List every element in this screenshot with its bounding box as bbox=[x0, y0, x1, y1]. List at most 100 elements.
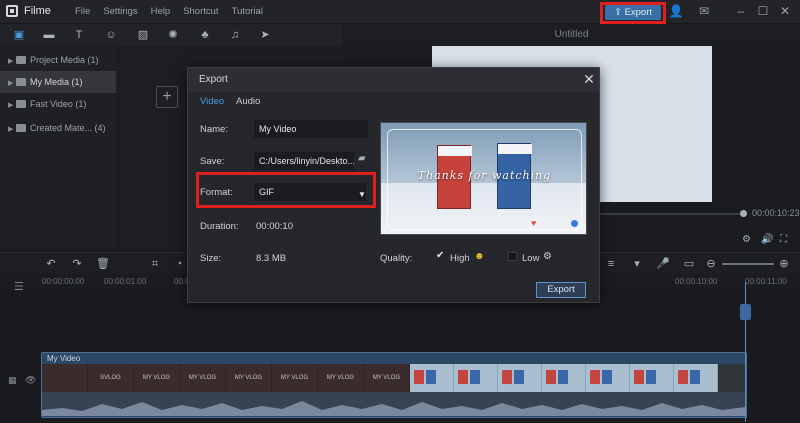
expand-arrow-icon: ▶ bbox=[8, 58, 14, 65]
duration-label: Duration: bbox=[200, 221, 239, 232]
clip-thumbnail bbox=[498, 364, 542, 392]
dialog-header: Export ✕ bbox=[188, 68, 599, 92]
fullscreen-icon[interactable]: ⛶ bbox=[780, 234, 787, 245]
user-icon[interactable]: 👤 bbox=[668, 3, 684, 19]
maximize-icon[interactable]: ☐ bbox=[755, 3, 771, 19]
menu-bar: File Settings Help Shortcut Tutorial bbox=[75, 6, 263, 17]
eye-icon[interactable]: 👁 bbox=[25, 375, 36, 385]
folder-icon bbox=[16, 124, 26, 132]
text-icon[interactable]: T bbox=[72, 28, 86, 42]
expand-arrow-icon: ▶ bbox=[8, 126, 14, 133]
menu-shortcut[interactable]: Shortcut bbox=[183, 6, 218, 17]
quality-high-checkbox[interactable]: ✔ bbox=[436, 251, 446, 261]
clip-thumbnail bbox=[542, 364, 586, 392]
quality-low-label: Low bbox=[522, 253, 540, 264]
folder-icon bbox=[16, 100, 26, 108]
media-library: ▶ Project Media (1) ▶ My Media (1) ▶ Fast V… bbox=[0, 46, 118, 248]
transition-icon[interactable]: ▨ bbox=[136, 28, 150, 42]
preview-progress-handle[interactable] bbox=[740, 210, 747, 217]
undo-icon[interactable]: ↶ bbox=[44, 257, 58, 271]
crop-icon[interactable]: ⌗ bbox=[148, 257, 162, 271]
export-preview-thumbnail: Thanks for watching ♥ bbox=[380, 122, 587, 235]
clip-thumbnail: MY VLOG bbox=[134, 364, 180, 392]
tick-label: 00:00:10:00 bbox=[675, 277, 718, 286]
add-media-button[interactable]: + bbox=[156, 86, 178, 108]
effects-icon[interactable]: ✺ bbox=[166, 28, 180, 42]
name-input[interactable]: My Video bbox=[254, 120, 368, 138]
mic-icon[interactable]: 🎤 bbox=[656, 257, 670, 271]
playhead-line bbox=[745, 282, 746, 422]
minimize-icon[interactable]: – bbox=[733, 3, 749, 19]
close-icon[interactable]: ✕ bbox=[777, 3, 793, 19]
tab-video[interactable]: Video bbox=[200, 96, 224, 107]
mail-icon[interactable]: ✉ bbox=[696, 3, 712, 19]
dialog-title: Export bbox=[199, 74, 228, 85]
gear-icon[interactable]: ⚙ bbox=[543, 251, 552, 262]
tick-label: 00:00:11:00 bbox=[745, 277, 787, 286]
speed-icon[interactable]: ◔ bbox=[172, 257, 186, 271]
folder-icon[interactable]: ▬ bbox=[42, 28, 56, 42]
export-dialog: Export ✕ Video Audio Name: My Video Save… bbox=[187, 67, 600, 303]
save-label: Save: bbox=[200, 156, 225, 167]
delete-icon[interactable]: 🗑 bbox=[96, 257, 110, 271]
expand-arrow-icon: ▶ bbox=[8, 102, 14, 109]
format-label: Format: bbox=[200, 187, 233, 198]
folder-icon[interactable]: ▰ bbox=[358, 153, 370, 165]
quality-high-label: High bbox=[450, 253, 470, 264]
export-button[interactable]: Export bbox=[536, 282, 586, 298]
menu-tutorial[interactable]: Tutorial bbox=[232, 6, 263, 17]
size-label: Size: bbox=[200, 253, 222, 264]
zoom-in-icon[interactable]: ⊕ bbox=[777, 257, 791, 271]
zoom-slider[interactable] bbox=[722, 263, 774, 265]
tab-audio[interactable]: Audio bbox=[236, 96, 260, 107]
library-item-created-material[interactable]: ▶ Created Mate... (4) bbox=[0, 117, 116, 139]
chevron-down-icon[interactable]: ▼ bbox=[358, 190, 366, 199]
folder-icon bbox=[16, 56, 26, 64]
dot-icon bbox=[571, 220, 578, 227]
clip-thumbnail: MY VLOG bbox=[180, 364, 226, 392]
media-tab-icon[interactable]: ▣ bbox=[12, 28, 26, 42]
zoom-out-icon[interactable]: ⊖ bbox=[704, 257, 718, 271]
save-path-input[interactable]: C:/Users/linyin/Deskto... bbox=[254, 152, 354, 170]
clip-thumbnail bbox=[674, 364, 718, 392]
close-icon[interactable]: ✕ bbox=[581, 71, 597, 87]
top-export-button[interactable]: ⇪ Export bbox=[605, 5, 661, 20]
subtitle-icon[interactable]: ▭ bbox=[682, 257, 696, 271]
clip-thumbnail bbox=[454, 364, 498, 392]
settings-icon[interactable]: ⚙ bbox=[742, 234, 751, 245]
clip-thumbnail: MY VLOG bbox=[272, 364, 318, 392]
music-icon[interactable]: ♫ bbox=[228, 28, 242, 42]
dialog-tabs: Video Audio bbox=[188, 92, 599, 110]
film-icon: ▦ bbox=[8, 375, 17, 385]
volume-icon[interactable]: 🔊 bbox=[761, 234, 773, 245]
duration-value: 00:00:10 bbox=[256, 221, 293, 232]
align-icon[interactable]: ≡ bbox=[604, 257, 618, 271]
project-title: Untitled bbox=[554, 29, 589, 40]
app-name: Filme bbox=[24, 5, 51, 17]
clip-thumbnail: SVLOG bbox=[88, 364, 134, 392]
name-label: Name: bbox=[200, 124, 228, 135]
clip-thumbnail: MY VLOG bbox=[318, 364, 364, 392]
clip-thumbnail bbox=[42, 364, 88, 392]
heart-icon: ♥ bbox=[531, 218, 537, 228]
redo-icon[interactable]: ↷ bbox=[70, 257, 84, 271]
export-icon: ⇪ bbox=[613, 7, 625, 18]
format-select[interactable]: GIF bbox=[254, 183, 366, 201]
clip-thumbnail bbox=[410, 364, 454, 392]
menu-help[interactable]: Help bbox=[151, 6, 171, 17]
menu-file[interactable]: File bbox=[75, 6, 90, 17]
track-controls: ▦ 👁 bbox=[8, 375, 36, 386]
sticker-icon[interactable]: ☺ bbox=[104, 28, 118, 42]
library-item-fast-video[interactable]: ▶ Fast Video (1) bbox=[0, 93, 116, 115]
playhead-handle[interactable] bbox=[740, 304, 751, 320]
quality-label: Quality: bbox=[380, 253, 413, 264]
marker-icon[interactable]: ▾ bbox=[630, 257, 644, 271]
menu-settings[interactable]: Settings bbox=[103, 6, 137, 17]
split-icon[interactable]: ➤ bbox=[258, 28, 272, 42]
library-item-project-media[interactable]: ▶ Project Media (1) bbox=[0, 49, 116, 71]
expand-arrow-icon: ▶ bbox=[8, 80, 14, 87]
elements-icon[interactable]: ♣ bbox=[198, 28, 212, 42]
quality-low-checkbox[interactable] bbox=[508, 252, 517, 261]
library-item-my-media[interactable]: ▶ My Media (1) bbox=[0, 71, 116, 93]
preview-progress-bar[interactable] bbox=[598, 213, 746, 215]
